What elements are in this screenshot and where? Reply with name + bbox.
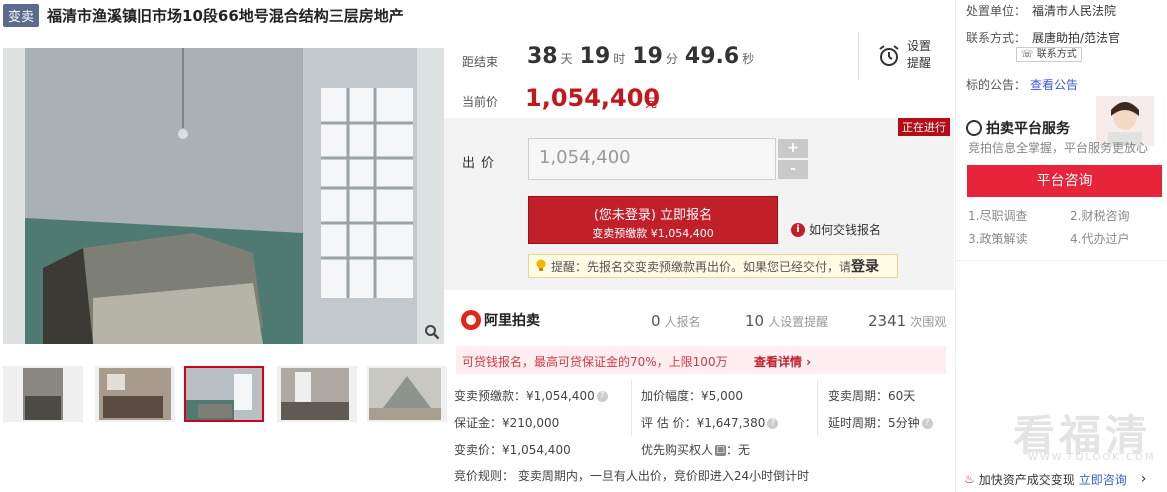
divider <box>631 380 632 436</box>
loan-text: 可贷钱报名，最高可贷保证金的70%，上限100万 <box>462 355 728 369</box>
bid-label: 出价 <box>462 156 501 171</box>
countdown-panel: 距结束 38 天 19 时 19 分 49.6 秒 当前价 1,054,400 … <box>444 32 954 118</box>
increment-info: 加价幅度：¥5,000 <box>641 389 743 403</box>
signup-count: 0 人报名 <box>651 312 701 330</box>
service-item[interactable]: 4.代办过户 <box>1070 230 1129 247</box>
thumbnail-5[interactable] <box>367 366 447 422</box>
loan-details-link[interactable]: 查看详情 › <box>754 353 811 370</box>
price-unit: 元 <box>645 96 658 110</box>
contact-row: 联系方式： 展唐助拍/范法官 <box>966 31 1121 45</box>
sell-price-info: 变卖价：¥1,054,400 <box>454 443 571 457</box>
thumbnail-strip <box>3 366 447 422</box>
reminder-label: 设置提醒 <box>907 39 932 70</box>
countdown-label: 距结束 <box>462 55 499 69</box>
countdown-timer: 38 天 19 时 19 分 49.6 秒 <box>527 44 755 69</box>
login-tip: 提醒：先报名交变卖预缴款再出价。如果您已经交付，请 登录 <box>528 254 898 278</box>
court-name: 福清市人民法院 <box>1032 4 1117 18</box>
status-badge: 正在进行 <box>898 118 950 136</box>
signup-deposit-label: 变卖预缴款 ¥1,054,400 <box>592 227 714 240</box>
thumbnail-3-active[interactable] <box>184 366 264 422</box>
phone-icon: ☏ <box>1021 49 1034 60</box>
consult-button[interactable]: 平台咨询 <box>967 165 1162 197</box>
delay-info: 延时周期：5分钟? <box>828 414 933 431</box>
countdown-minutes: 19 <box>632 44 663 69</box>
rules-info: 竞价规则： 变卖周期内，一旦有人出价，竞价即进入24小时倒计时 <box>454 469 810 483</box>
consult-now-link[interactable]: 立即咨询 <box>1079 471 1127 488</box>
divider <box>817 380 818 436</box>
thumbnail-2[interactable] <box>95 366 175 422</box>
appraisal-info: 评 估 价：¥1,647,380? <box>641 414 779 431</box>
bottom-consult-bar[interactable]: ♨ 加快资产成交变现 立即咨询 › <box>956 466 1167 492</box>
service-subtitle: 竞拍信息全掌握，平台服务更放心 <box>968 141 1149 155</box>
signup-button-label: (您未登录) 立即报名 <box>593 208 713 223</box>
increase-bid-button[interactable]: + <box>778 139 808 158</box>
court-row: 处置单位： 福清市人民法院 <box>966 4 1117 18</box>
help-icon[interactable]: ? <box>596 391 608 402</box>
service-header: 拍卖平台服务 <box>966 118 1070 138</box>
period-info: 变卖周期：60天 <box>828 389 916 403</box>
auction-page: 变卖 福清市渔溪镇旧市场10段66地号混合结构三层房地产 距结束 38 天 19… <box>0 0 1167 492</box>
room-photo <box>3 48 444 344</box>
watermark-url: WWW.FQLOOK.COM <box>1028 452 1156 463</box>
service-logo-icon <box>966 120 982 136</box>
bid-stepper: + - <box>778 139 808 179</box>
help-icon[interactable]: ? <box>921 418 933 429</box>
zoom-icon[interactable] <box>424 324 440 340</box>
alarm-clock-icon <box>879 45 899 66</box>
countdown-seconds: 49.6 <box>684 44 740 69</box>
info-icon: i <box>791 222 805 237</box>
contact-name: 展唐助拍/范法官 <box>1032 31 1121 45</box>
view-count: 2341 次围观 <box>868 312 947 330</box>
money-icon: ♨ <box>964 472 975 486</box>
ali-logo-icon <box>461 310 481 330</box>
price-label: 当前价 <box>462 95 499 109</box>
notice-row: 标的公告： 查看公告 <box>966 78 1079 92</box>
tip-text: 提醒：先报名交变卖预缴款再出价。如果您已经交付，请 <box>551 259 852 274</box>
how-to-pay-link[interactable]: i 如何交钱报名 <box>791 221 881 238</box>
service-item[interactable]: 1.尽职调查 <box>968 207 1027 224</box>
contact-button[interactable]: ☏ 联系方式 <box>1016 47 1082 62</box>
priority-info: 优先购买权人 □：无 <box>641 443 751 457</box>
title-row: 变卖 福清市渔溪镇旧市场10段66地号混合结构三层房地产 <box>3 3 404 27</box>
help-icon[interactable]: ? <box>767 418 779 429</box>
service-item[interactable]: 2.财税咨询 <box>1070 207 1129 224</box>
bid-amount-input[interactable]: 1,054,400 <box>528 138 776 180</box>
divider <box>956 260 1167 261</box>
bid-panel: 正在进行 出价 1,054,400 + - (您未登录) 立即报名 变卖预缴款 … <box>444 118 954 290</box>
page-title: 福清市渔溪镇旧市场10段66地号混合结构三层房地产 <box>47 6 404 25</box>
reminder-count: 10 人设置提醒 <box>745 312 829 330</box>
loan-banner: 可贷钱报名，最高可贷保证金的70%，上限100万 查看详情 › <box>456 346 946 374</box>
deposit-info: 变卖预缴款：¥1,054,400? <box>454 387 608 404</box>
view-notice-link[interactable]: 查看公告 <box>1030 78 1078 92</box>
set-reminder-button[interactable]: 设置提醒 <box>858 32 954 80</box>
countdown-hours: 19 <box>579 44 611 69</box>
decrease-bid-button[interactable]: - <box>778 160 808 179</box>
sale-type-tag: 变卖 <box>3 3 40 27</box>
guarantee-info: 保证金：¥210,000 <box>454 416 560 430</box>
document-icon[interactable]: □ <box>715 445 727 456</box>
how-to-pay-label: 如何交钱报名 <box>809 223 882 237</box>
login-link[interactable]: 登录 <box>851 256 879 276</box>
chevron-right-icon: › <box>1140 471 1147 487</box>
current-price: 1,054,400 <box>525 84 661 112</box>
signup-button[interactable]: (您未登录) 立即报名 变卖预缴款 ¥1,054,400 <box>528 196 778 244</box>
stats-row: 阿里拍卖 0 人报名 10 人设置提醒 2341 次围观 <box>444 298 954 342</box>
thumbnail-4[interactable] <box>277 366 357 422</box>
service-item[interactable]: 3.政策解读 <box>968 230 1027 247</box>
ali-auction-logo: 阿里拍卖 <box>461 310 540 330</box>
lightbulb-icon <box>536 259 546 271</box>
main-photo[interactable] <box>3 48 444 344</box>
thumbnail-1[interactable] <box>3 366 83 422</box>
countdown-days: 38 <box>527 44 558 69</box>
